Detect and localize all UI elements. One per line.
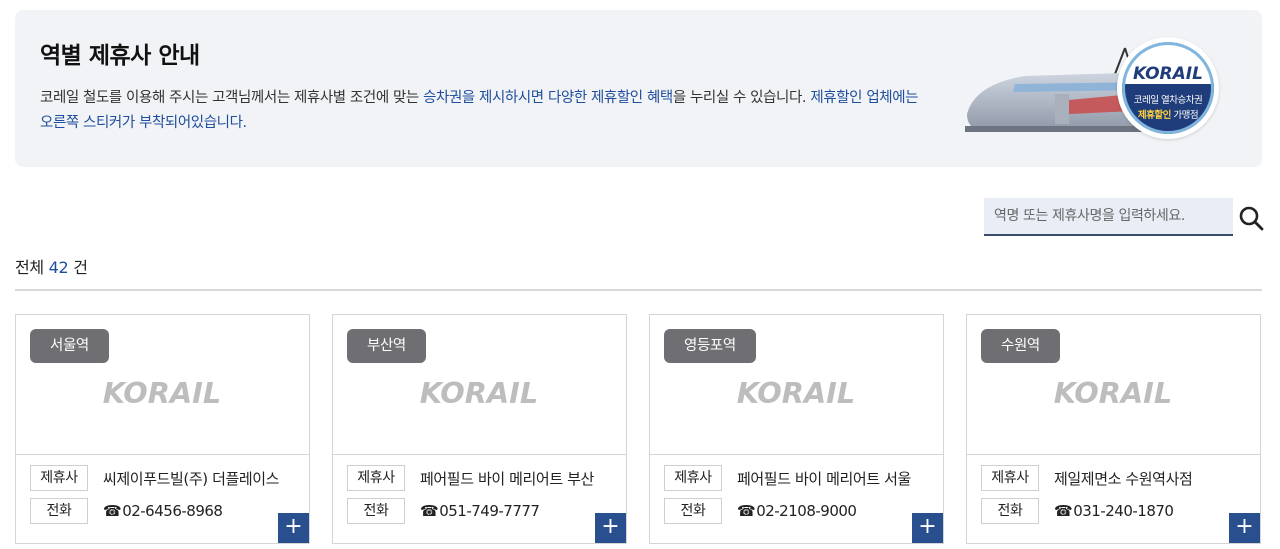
phone-value: 051-749-7777 (439, 502, 540, 520)
partner-label: 제휴사 (30, 465, 88, 491)
korail-logo: KORAIL (1054, 376, 1172, 410)
svg-text:KORAIL: KORAIL (103, 376, 221, 410)
more-button[interactable]: + (278, 513, 309, 543)
page-title: 역별 제휴사 안내 (40, 43, 200, 69)
desc-highlight-1: 승차권을 제시하시면 다양한 제휴할인 혜택 (423, 90, 673, 106)
korail-logo: KORAIL (103, 376, 221, 410)
phone-label: 전화 (981, 498, 1039, 524)
phone-label: 전화 (347, 498, 405, 524)
partner-name: 페어필드 바이 메리어트 서울 (737, 470, 911, 488)
svg-text:KORAIL: KORAIL (420, 376, 538, 410)
partner-label: 제휴사 (981, 465, 1039, 491)
phone-value: 031-240-1870 (1073, 502, 1174, 520)
phone-number: ☎031-240-1870 (1054, 502, 1174, 520)
station-tag: 영등포역 (664, 329, 756, 363)
phone-value: 02-6456-8968 (122, 502, 223, 520)
station-tag: 서울역 (30, 329, 109, 363)
korail-logo: KORAIL (737, 376, 855, 410)
desc-text-1: 코레일 철도를 이용해 주시는 고객님께서는 제휴사별 조건에 맞는 (40, 90, 424, 106)
search-field (984, 198, 1233, 236)
partner-label: 제휴사 (664, 465, 722, 491)
korail-logo: KORAIL (420, 376, 538, 410)
partner-card: 수원역 KORAIL 제휴사 제일제면소 수원역사점 전화 ☎031-240-1… (966, 314, 1261, 544)
phone-number: ☎02-6456-8968 (103, 502, 223, 520)
info-banner: 역별 제휴사 안내 코레일 철도를 이용해 주시는 고객님께서는 제휴사별 조건… (15, 10, 1262, 167)
phone-number: ☎02-2108-9000 (737, 502, 857, 520)
more-button[interactable]: + (595, 513, 626, 543)
total-prefix: 전체 (15, 258, 49, 277)
partner-label: 제휴사 (347, 465, 405, 491)
svg-text:KORAIL: KORAIL (737, 376, 855, 410)
phone-icon: ☎ (103, 502, 122, 520)
partner-name: 제일제면소 수원역사점 (1054, 470, 1193, 488)
phone-number: ☎051-749-7777 (420, 502, 540, 520)
search-input[interactable] (984, 198, 1233, 234)
phone-value: 02-2108-9000 (756, 502, 857, 520)
divider (15, 289, 1262, 291)
banner-description: 코레일 철도를 이용해 주시는 고객님께서는 제휴사별 조건에 맞는 승차권을 … (40, 86, 920, 136)
total-suffix: 건 (68, 258, 88, 277)
phone-label: 전화 (664, 498, 722, 524)
card-divider (650, 454, 943, 455)
partner-card: 서울역 KORAIL 제휴사 씨제이푸드빌(주) 더플레이스 전화 ☎02-64… (15, 314, 310, 544)
desc-text-2: 을 누리실 수 있습니다. (672, 90, 811, 106)
partner-name: 페어필드 바이 메리어트 부산 (420, 470, 594, 488)
station-tag: 수원역 (981, 329, 1060, 363)
total-number: 42 (48, 258, 69, 277)
more-button[interactable]: + (1229, 513, 1260, 543)
phone-icon: ☎ (737, 502, 756, 520)
station-tag: 부산역 (347, 329, 426, 363)
more-button[interactable]: + (912, 513, 943, 543)
phone-icon: ☎ (420, 502, 439, 520)
phone-icon: ☎ (1054, 502, 1073, 520)
svg-text:KORAIL: KORAIL (1054, 376, 1172, 410)
search-icon[interactable] (1238, 205, 1264, 231)
partner-card: 부산역 KORAIL 제휴사 페어필드 바이 메리어트 부산 전화 ☎051-7… (332, 314, 627, 544)
card-divider (16, 454, 309, 455)
partner-name: 씨제이푸드빌(주) 더플레이스 (103, 470, 280, 488)
korail-partner-sticker: KORAIL 코레일 열차승차권 제휴할인 가맹점 (1117, 37, 1219, 139)
partner-card: 영등포역 KORAIL 제휴사 페어필드 바이 메리어트 서울 전화 ☎02-2… (649, 314, 944, 544)
total-count: 전체 42 건 (15, 254, 88, 278)
card-divider (967, 454, 1260, 455)
phone-label: 전화 (30, 498, 88, 524)
card-divider (333, 454, 626, 455)
